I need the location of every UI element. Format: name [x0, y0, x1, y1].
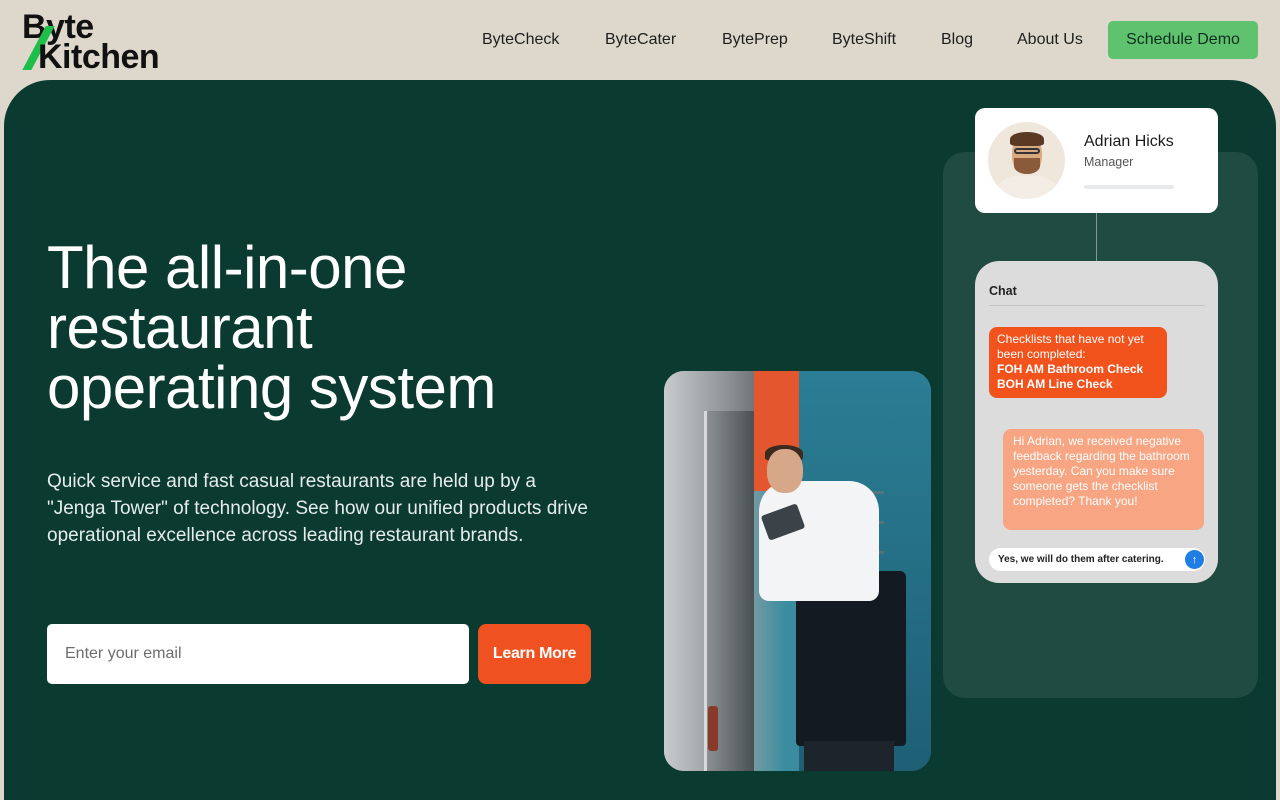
connector-line [1096, 213, 1097, 261]
profile-name: Adrian Hicks [1084, 133, 1174, 150]
chat-message-1-intro: Checklists that have not yet been comple… [997, 332, 1144, 361]
hero-subtext: Quick service and fast casual restaurant… [47, 471, 588, 546]
user-avatar [988, 122, 1065, 199]
arrow-up-icon[interactable]: ↑ [1185, 550, 1204, 569]
schedule-demo-button[interactable]: Schedule Demo [1108, 21, 1258, 59]
chat-message-1-item-2: BOH AM Line Check [997, 377, 1113, 391]
chat-message-1-item-1: FOH AM Bathroom Check [997, 362, 1144, 376]
nav-link-bytecheck[interactable]: ByteCheck [482, 31, 559, 49]
chat-message-checklists: Checklists that have not yet been comple… [989, 327, 1167, 398]
chat-reply-input[interactable]: Yes, we will do them after catering. [989, 548, 1205, 571]
profile-placeholder-bar [1084, 185, 1174, 189]
nav-link-bytecater[interactable]: ByteCater [605, 31, 676, 49]
profile-role: Manager [1084, 155, 1134, 169]
learn-more-button[interactable]: Learn More [478, 624, 591, 684]
bytekitchen-logo[interactable]: Byte Kitchen [20, 8, 170, 74]
hero-headline-line-1: The all-in-one [47, 234, 407, 301]
chat-card [975, 261, 1218, 583]
hero-headline-line-3: operating system [47, 354, 496, 421]
hero-headline-line-2: restaurant [47, 294, 313, 361]
hero-headline: The all-in-one restaurant operating syst… [47, 238, 647, 418]
chat-title: Chat [989, 284, 1017, 298]
nav-link-byteprep[interactable]: BytePrep [722, 31, 788, 49]
nav-link-blog[interactable]: Blog [941, 31, 973, 49]
chef-with-tablet-photo [664, 371, 931, 771]
chat-divider [989, 305, 1205, 306]
chat-message-feedback: Hi Adrian, we received negative feedback… [1003, 429, 1204, 530]
site-header: Byte Kitchen ByteCheck ByteCater BytePre… [0, 0, 1280, 80]
logo-text-line-2: Kitchen [38, 38, 160, 76]
nav-link-about-us[interactable]: About Us [1017, 31, 1083, 49]
email-input[interactable] [47, 624, 469, 684]
nav-link-byteshift[interactable]: ByteShift [832, 31, 896, 49]
